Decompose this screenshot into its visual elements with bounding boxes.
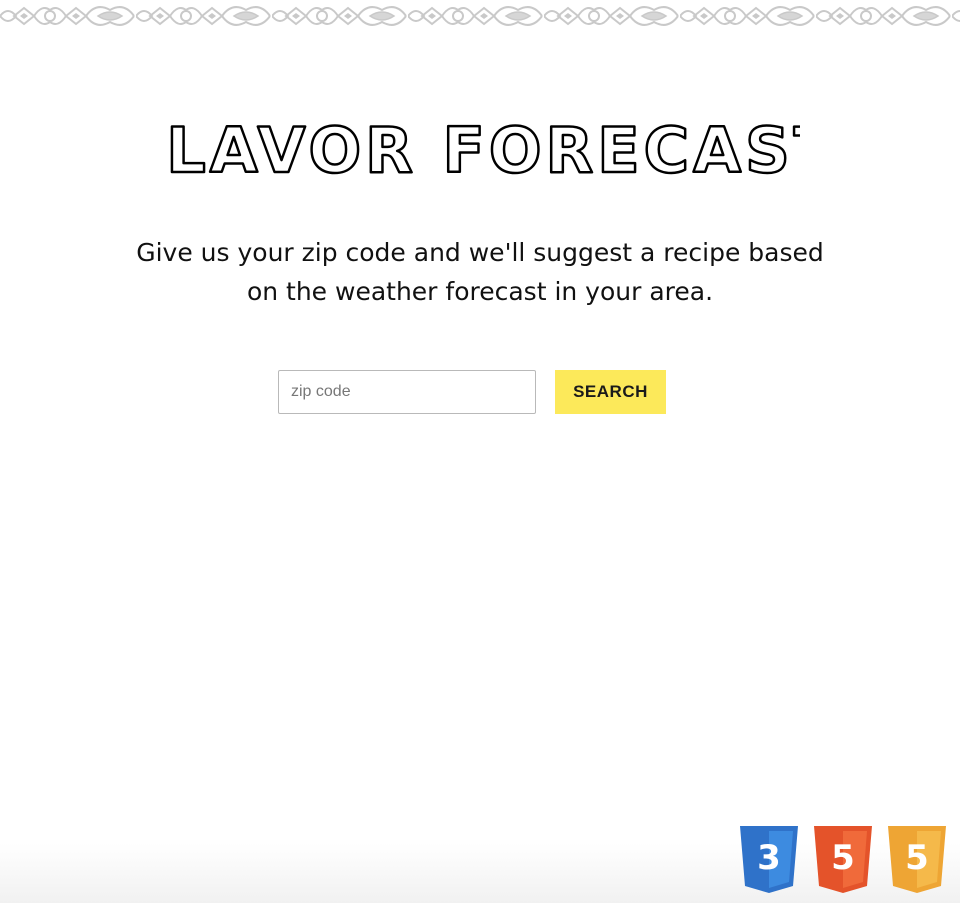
intro-line-2: on the weather forecast in your area. bbox=[246, 277, 714, 306]
page-title-graphic: FLAVOR FORECAST bbox=[160, 113, 800, 188]
zip-code-input[interactable] bbox=[278, 370, 536, 414]
html5-badge-label: 5 bbox=[831, 838, 855, 878]
page-title: FLAVOR FORECAST bbox=[0, 108, 960, 196]
search-button[interactable]: SEARCH bbox=[555, 370, 666, 414]
intro-text: Give us your zip code and we'll suggest … bbox=[110, 233, 850, 311]
css3-badge: 3 bbox=[738, 824, 800, 894]
decorative-border bbox=[0, 0, 960, 32]
page-title-text: FLAVOR FORECAST bbox=[160, 114, 800, 187]
html5-badge: 5 bbox=[812, 824, 874, 894]
tech-badges: 3 5 5 bbox=[738, 824, 950, 896]
search-form: SEARCH bbox=[278, 370, 678, 414]
html5-alt-badge: 5 bbox=[886, 824, 948, 894]
intro-line-1: Give us your zip code and we'll suggest … bbox=[136, 238, 824, 267]
html5-alt-badge-label: 5 bbox=[905, 838, 929, 878]
floral-border-pattern bbox=[0, 0, 960, 32]
css3-badge-label: 3 bbox=[757, 838, 781, 878]
